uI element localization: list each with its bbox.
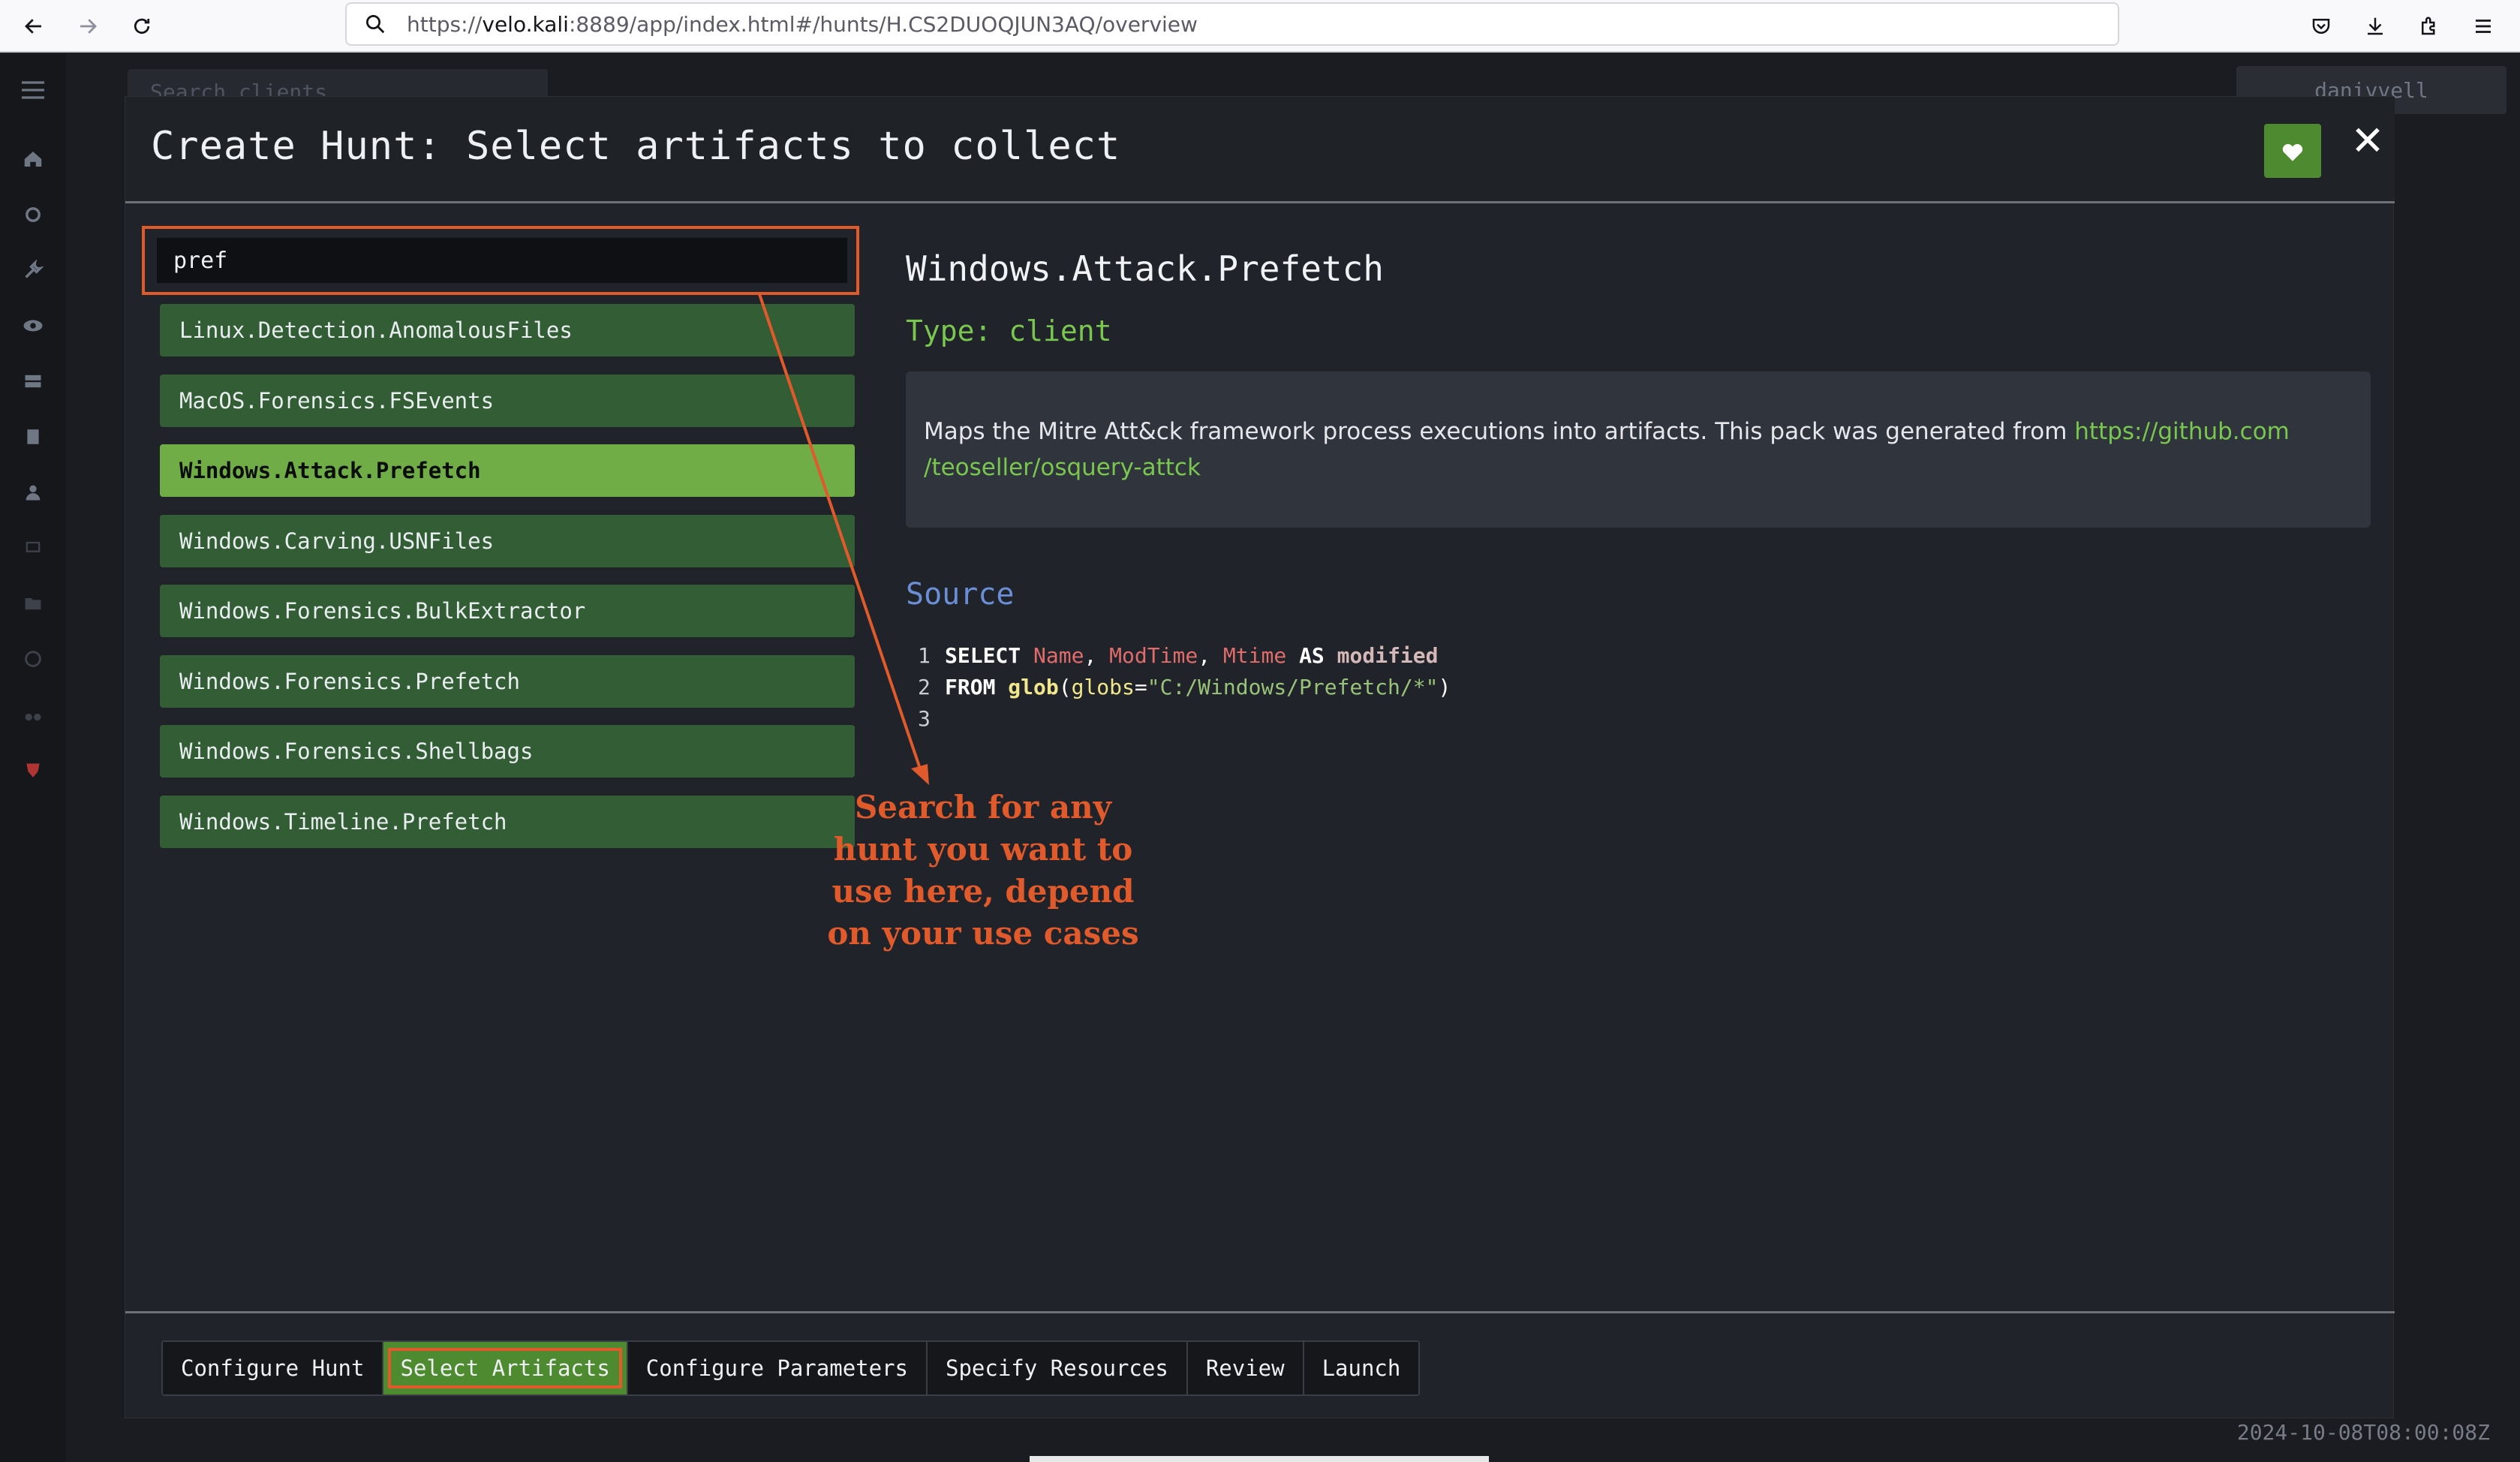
home-icon[interactable]	[17, 143, 50, 176]
artifact-description: Maps the Mitre Att&ck framework process …	[906, 372, 2371, 528]
binoculars-icon[interactable]	[17, 698, 50, 731]
artifact-item[interactable]: MacOS.Forensics.FSEvents	[160, 374, 855, 427]
source-code-block: 1 SELECT Name, ModTime, Mtime AS modified…	[918, 640, 1451, 735]
artifact-type-label: Type: client	[906, 314, 1112, 347]
artifact-item[interactable]: Windows.Forensics.Shellbags	[160, 725, 855, 778]
close-icon: ✕	[2350, 116, 2385, 164]
wizard-tab-configure-hunt[interactable]: Configure Hunt	[163, 1342, 384, 1394]
artifact-item[interactable]: Windows.Forensics.Prefetch	[160, 654, 855, 708]
artifact-item[interactable]: Windows.Timeline.Prefetch	[160, 795, 855, 848]
folder-icon[interactable]	[17, 587, 50, 620]
code-line: 1 SELECT Name, ModTime, Mtime AS modified	[918, 643, 1439, 668]
artifact-search-input[interactable]	[157, 238, 847, 283]
forward-arrow-icon[interactable]	[69, 8, 107, 45]
artifact-detail-title: Windows.Attack.Prefetch	[906, 248, 1384, 289]
menu-icon[interactable]	[2464, 8, 2502, 45]
wizard-tab-label: Specify Resources	[946, 1355, 1168, 1381]
bottom-scroll-indicator	[1030, 1456, 1489, 1462]
reload-icon[interactable]	[123, 8, 161, 45]
crosshair-icon[interactable]	[17, 198, 50, 231]
wizard-tab-label: Select Artifacts	[388, 1348, 622, 1388]
artifact-item[interactable]: Linux.Detection.AnomalousFiles	[160, 304, 855, 356]
create-hunt-modal: Create Hunt: Select artifacts to collect…	[125, 96, 2395, 1419]
heart-icon	[2282, 143, 2303, 161]
wizard-tab-label: Launch	[1322, 1355, 1401, 1381]
wizard-tab-configure-parameters[interactable]: Configure Parameters	[627, 1342, 928, 1394]
code-line: 3	[918, 706, 931, 731]
extensions-icon[interactable]	[2410, 8, 2448, 45]
artifact-item[interactable]: Windows.Carving.USNFiles	[160, 514, 855, 567]
wizard-footer: Configure Hunt Select Artifacts Configure …	[125, 1311, 2395, 1419]
user-icon[interactable]	[17, 476, 50, 509]
server-icon[interactable]	[17, 365, 50, 398]
wrench-icon[interactable]	[17, 254, 50, 287]
description-text: Maps the Mitre Att&ck framework process …	[924, 418, 2075, 445]
download-icon[interactable]	[2356, 8, 2394, 45]
source-heading: Source	[906, 577, 1015, 612]
url-text: https://velo.kali:8889/app/index.html#/h…	[407, 11, 1198, 37]
modal-title: Create Hunt: Select artifacts to collect	[151, 124, 1121, 169]
wizard-tab-specify-resources[interactable]: Specify Resources	[928, 1342, 1188, 1394]
search-icon	[357, 6, 393, 42]
artifact-item[interactable]: Windows.Forensics.BulkExtractor	[160, 585, 855, 637]
code-line: 2 FROM glob(globs="C:/Windows/Prefetch/*"…	[918, 675, 1451, 699]
address-bar[interactable]: https://velo.kali:8889/app/index.html#/h…	[345, 2, 2119, 46]
search-highlight-box	[142, 226, 859, 295]
wizard-tab-launch[interactable]: Launch	[1304, 1342, 1419, 1394]
wizard-tabs: Configure Hunt Select Artifacts Configure …	[161, 1340, 1421, 1396]
wizard-tab-review[interactable]: Review	[1187, 1342, 1304, 1394]
close-button[interactable]: ✕	[2347, 116, 2389, 164]
modal-header: Create Hunt: Select artifacts to collect…	[125, 97, 2395, 203]
left-sidebar	[0, 54, 66, 1462]
browser-toolbar: https://velo.kali:8889/app/index.html#/h…	[0, 0, 2520, 53]
book-icon[interactable]	[17, 420, 50, 453]
velociraptor-shield-icon[interactable]	[17, 754, 50, 787]
artifact-list: Linux.Detection.AnomalousFiles MacOS.Fore…	[160, 304, 855, 865]
eye-icon[interactable]	[17, 309, 50, 342]
wizard-tab-label: Review	[1205, 1355, 1285, 1381]
favorite-button[interactable]	[2264, 124, 2321, 178]
wizard-tab-label: Configure Hunt	[181, 1355, 365, 1381]
wizard-tab-select-artifacts[interactable]: Select Artifacts	[383, 1342, 628, 1394]
server-timestamp: 2024-10-08T08:00:08Z	[2236, 1420, 2490, 1445]
pocket-icon[interactable]	[2302, 8, 2340, 45]
annotation-text: Search for any hunt you want to use here…	[827, 789, 1139, 952]
back-arrow-icon[interactable]	[15, 8, 53, 45]
laptop-icon[interactable]	[17, 531, 50, 564]
history-icon[interactable]	[17, 642, 50, 675]
artifact-item[interactable]: Windows.Attack.Prefetch	[160, 444, 855, 497]
hamburger-icon[interactable]	[17, 74, 50, 107]
wizard-tab-label: Configure Parameters	[645, 1355, 908, 1381]
